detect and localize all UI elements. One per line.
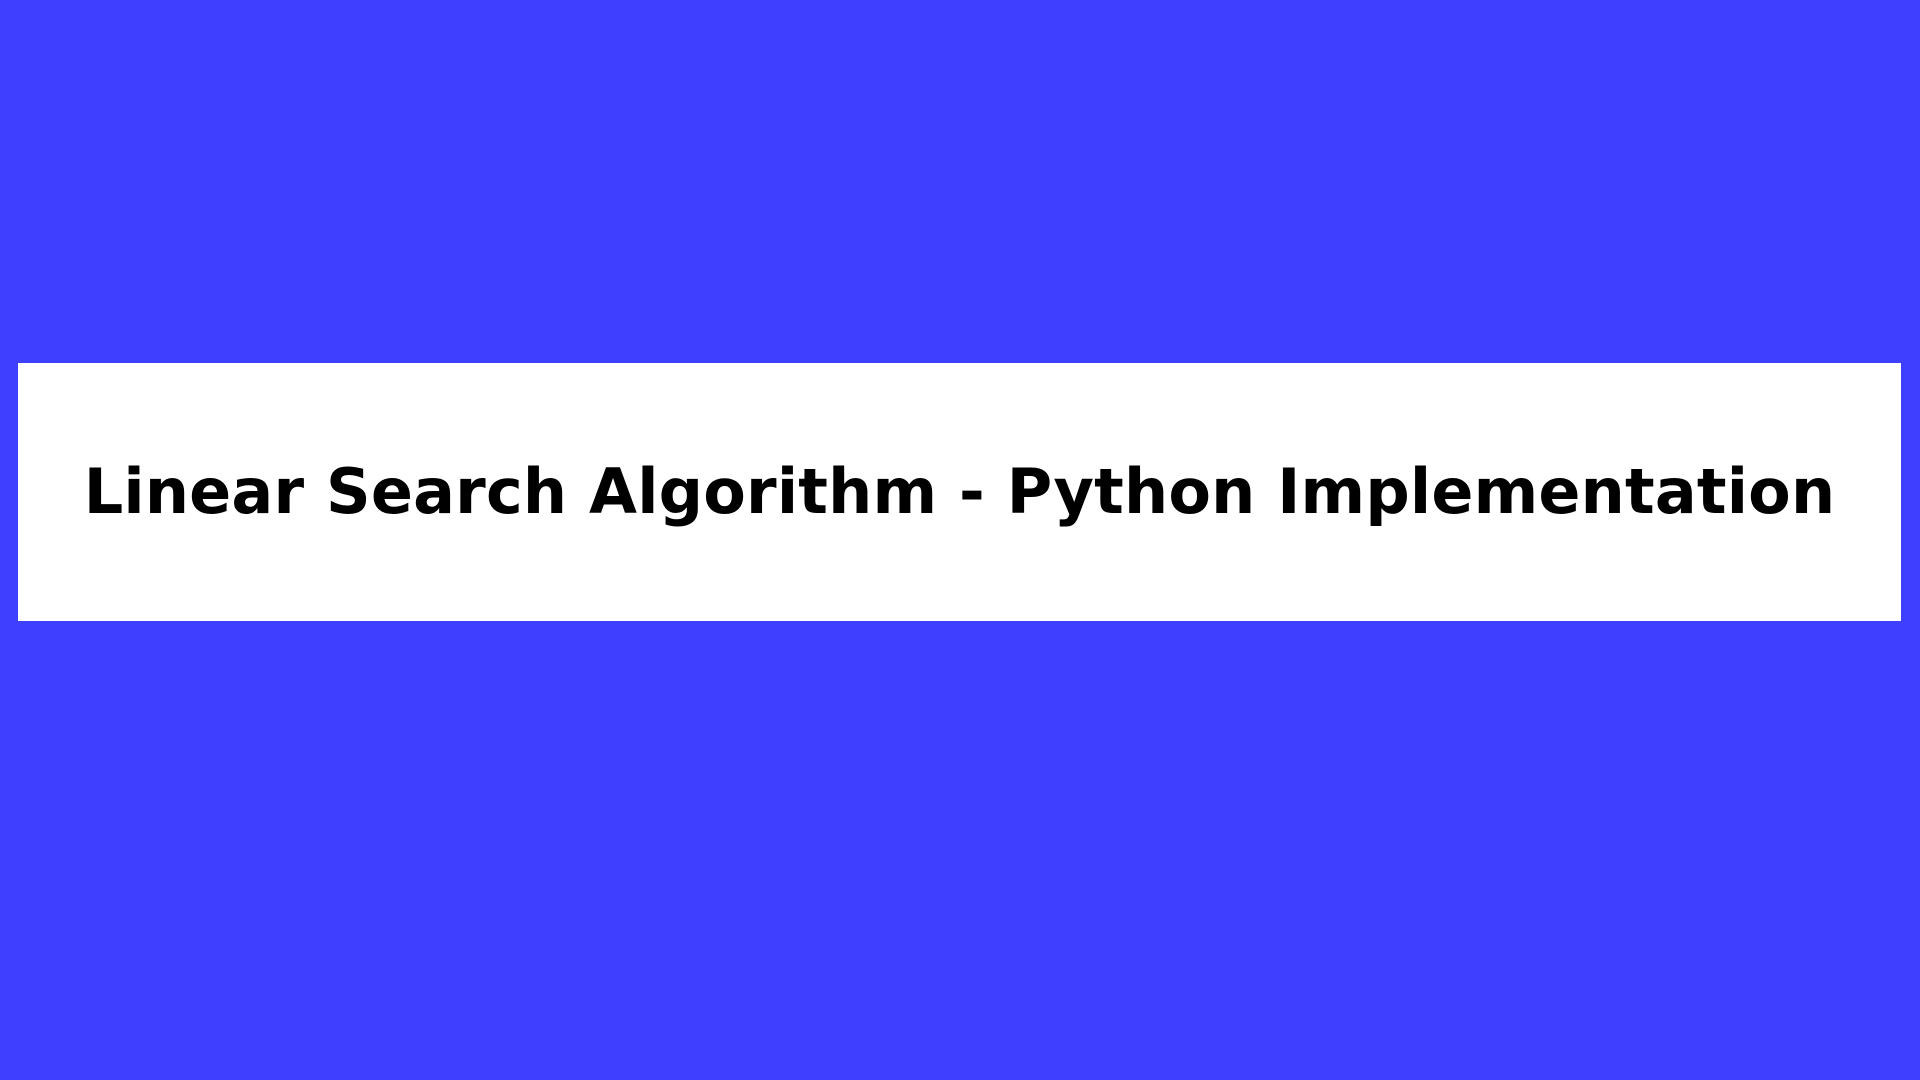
page-title: Linear Search Algorithm - Python Impleme… (83, 454, 1836, 528)
page-background: { "page": { "title": "Linear Search Algo… (0, 0, 1920, 1080)
title-card: Linear Search Algorithm - Python Impleme… (18, 363, 1901, 621)
